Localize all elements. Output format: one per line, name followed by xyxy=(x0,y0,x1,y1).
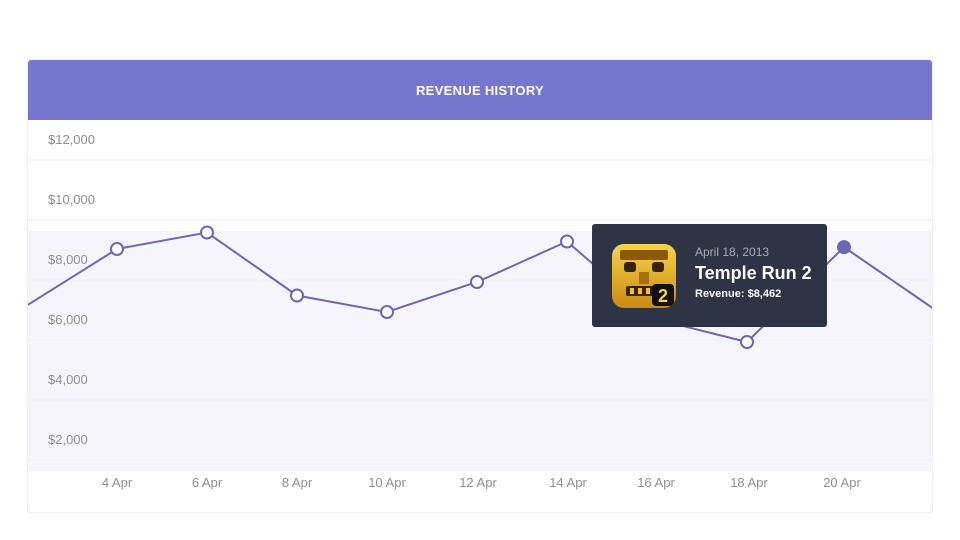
data-point xyxy=(110,242,124,256)
x-tick-label: 10 Apr xyxy=(368,475,406,490)
x-tick-label: 6 Apr xyxy=(192,475,223,490)
data-point xyxy=(470,275,484,289)
x-tick-label: 12 Apr xyxy=(459,475,497,490)
x-tick-label: 4 Apr xyxy=(102,475,133,490)
y-tick-label: $12,000 xyxy=(48,132,95,147)
data-point xyxy=(380,305,394,319)
data-point xyxy=(740,335,754,349)
tooltip-revenue: Revenue: $8,462 xyxy=(695,288,782,300)
y-tick-label: $8,000 xyxy=(48,252,88,267)
y-tick-label: $6,000 xyxy=(48,312,88,327)
x-tick-label: 14 Apr xyxy=(549,475,587,490)
x-tick-label: 20 Apr xyxy=(823,475,861,490)
data-point xyxy=(560,234,574,249)
data-point xyxy=(200,225,214,240)
y-tick-label: $4,000 xyxy=(48,372,88,387)
data-point xyxy=(290,288,304,303)
data-point-tooltip: 2 April 18, 2013 Temple Run 2 Revenue: $… xyxy=(592,224,827,327)
temple-run-2-app-icon: 2 xyxy=(612,244,676,308)
tooltip-date: April 18, 2013 xyxy=(695,245,770,259)
svg-text:2: 2 xyxy=(658,286,668,306)
x-tick-label: 18 Apr xyxy=(730,475,768,490)
y-tick-label: $10,000 xyxy=(48,192,95,207)
active-data-point xyxy=(837,240,851,255)
x-tick-label: 8 Apr xyxy=(282,475,313,490)
y-tick-label: $2,000 xyxy=(48,432,88,447)
tooltip-app-name: Temple Run 2 xyxy=(695,263,812,283)
x-tick-label: 16 Apr xyxy=(637,475,675,490)
